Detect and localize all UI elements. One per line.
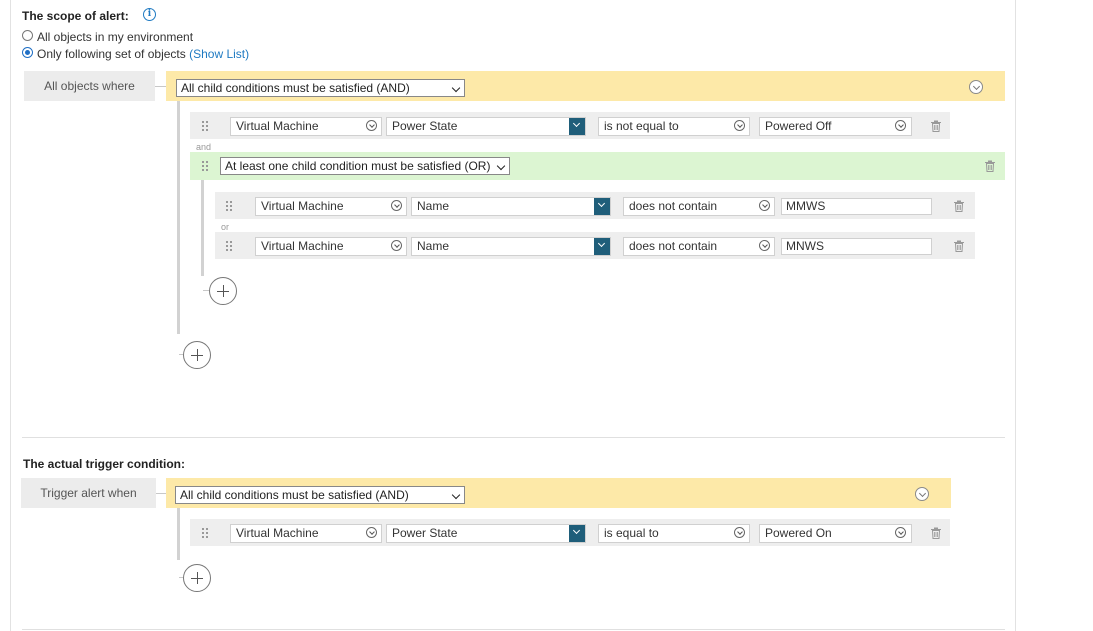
and-label: and	[196, 142, 212, 152]
object-type-value: Virtual Machine	[261, 239, 344, 253]
trigger-group-select[interactable]: All child conditions must be satisfied (…	[175, 486, 465, 504]
property-value: Name	[417, 199, 450, 213]
property-value: Name	[417, 239, 450, 253]
value-input[interactable]: MNWS	[781, 238, 932, 255]
value-combo[interactable]: Powered Off	[759, 117, 912, 136]
radio-all-objects[interactable]	[22, 30, 33, 41]
chevron-circle-icon[interactable]	[759, 200, 770, 211]
chevron-circle-icon[interactable]	[734, 120, 745, 131]
object-type-combo[interactable]: Virtual Machine	[255, 237, 407, 256]
info-icon[interactable]: i	[143, 8, 156, 21]
value-text: Powered Off	[765, 119, 832, 133]
operator-combo[interactable]: is not equal to	[598, 117, 750, 136]
property-dropdown-icon[interactable]	[594, 238, 610, 255]
chevron-circle-icon[interactable]	[391, 240, 402, 251]
property-dropdown-icon[interactable]	[569, 525, 585, 542]
chevron-circle-icon[interactable]	[391, 200, 402, 211]
drag-handle-icon[interactable]	[202, 528, 210, 538]
property-value: Power State	[392, 526, 458, 540]
value-input-text: MNWS	[786, 239, 824, 253]
operator-combo[interactable]: does not contain	[623, 237, 775, 256]
object-type-value: Virtual Machine	[236, 119, 319, 133]
chevron-circle-icon[interactable]	[366, 527, 377, 538]
radio-following-text: Only following set of objects	[37, 47, 186, 61]
property-combo[interactable]: Name	[411, 197, 611, 216]
tree-line	[177, 101, 180, 334]
or-group-select[interactable]: At least one child condition must be sat…	[220, 157, 510, 175]
radio-following-objects-label[interactable]: Only following set of objects (Show List…	[37, 47, 249, 61]
operator-value: does not contain	[629, 199, 718, 213]
panel-border-left	[10, 0, 11, 631]
chevron-circle-icon[interactable]	[895, 527, 906, 538]
operator-combo[interactable]: is equal to	[598, 524, 750, 543]
object-type-combo[interactable]: Virtual Machine	[230, 117, 382, 136]
trash-icon[interactable]	[930, 527, 942, 539]
object-type-combo[interactable]: Virtual Machine	[255, 197, 407, 216]
collapse-group-icon[interactable]	[915, 487, 929, 501]
section-divider	[22, 437, 1005, 438]
scope-title: The scope of alert:	[22, 9, 129, 23]
drag-handle-icon[interactable]	[226, 201, 234, 211]
tree-line	[177, 508, 180, 560]
property-dropdown-icon[interactable]	[594, 198, 610, 215]
panel-border-right	[1015, 0, 1016, 631]
section-divider	[22, 629, 1005, 630]
radio-all-objects-label[interactable]: All objects in my environment	[37, 30, 193, 44]
operator-value: is not equal to	[604, 119, 679, 133]
trash-icon[interactable]	[953, 240, 965, 252]
value-input[interactable]: MMWS	[781, 198, 932, 215]
collapse-group-icon[interactable]	[969, 80, 983, 94]
trigger-title: The actual trigger condition:	[23, 457, 186, 471]
chevron-circle-icon[interactable]	[366, 120, 377, 131]
trigger-group-select-value: All child conditions must be satisfied (…	[180, 488, 409, 502]
object-type-value: Virtual Machine	[236, 526, 319, 540]
show-list-link[interactable]: (Show List)	[189, 47, 249, 61]
and-group-select-value: All child conditions must be satisfied (…	[181, 81, 410, 95]
object-type-combo[interactable]: Virtual Machine	[230, 524, 382, 543]
property-combo[interactable]: Name	[411, 237, 611, 256]
connector-line	[155, 86, 166, 87]
value-combo[interactable]: Powered On	[759, 524, 912, 543]
drag-handle-icon[interactable]	[202, 121, 210, 131]
subgroup-tree-line	[201, 180, 204, 276]
value-input-text: MMWS	[786, 199, 826, 213]
chevron-circle-icon[interactable]	[895, 120, 906, 131]
property-combo[interactable]: Power State	[386, 117, 586, 136]
operator-value: does not contain	[629, 239, 718, 253]
operator-combo[interactable]: does not contain	[623, 197, 775, 216]
trash-icon[interactable]	[953, 200, 965, 212]
trigger-alert-when-label: Trigger alert when	[21, 478, 156, 508]
trash-icon[interactable]	[984, 160, 996, 172]
trash-icon[interactable]	[930, 120, 942, 132]
connector-line	[156, 493, 166, 494]
add-condition-button[interactable]	[183, 341, 211, 369]
all-objects-where-label: All objects where	[24, 71, 155, 101]
drag-handle-icon[interactable]	[226, 241, 234, 251]
property-dropdown-icon[interactable]	[569, 118, 585, 135]
or-group-select-value: At least one child condition must be sat…	[225, 159, 491, 173]
drag-handle-icon[interactable]	[202, 161, 210, 171]
property-value: Power State	[392, 119, 458, 133]
chevron-circle-icon[interactable]	[759, 240, 770, 251]
and-group-select[interactable]: All child conditions must be satisfied (…	[176, 79, 465, 97]
radio-following-objects[interactable]	[22, 47, 33, 58]
or-label: or	[221, 222, 230, 232]
add-subcondition-button[interactable]	[209, 277, 237, 305]
add-trigger-condition-button[interactable]	[183, 564, 211, 592]
chevron-circle-icon[interactable]	[734, 527, 745, 538]
object-type-value: Virtual Machine	[261, 199, 344, 213]
value-text: Powered On	[765, 526, 832, 540]
operator-value: is equal to	[604, 526, 659, 540]
property-combo[interactable]: Power State	[386, 524, 586, 543]
